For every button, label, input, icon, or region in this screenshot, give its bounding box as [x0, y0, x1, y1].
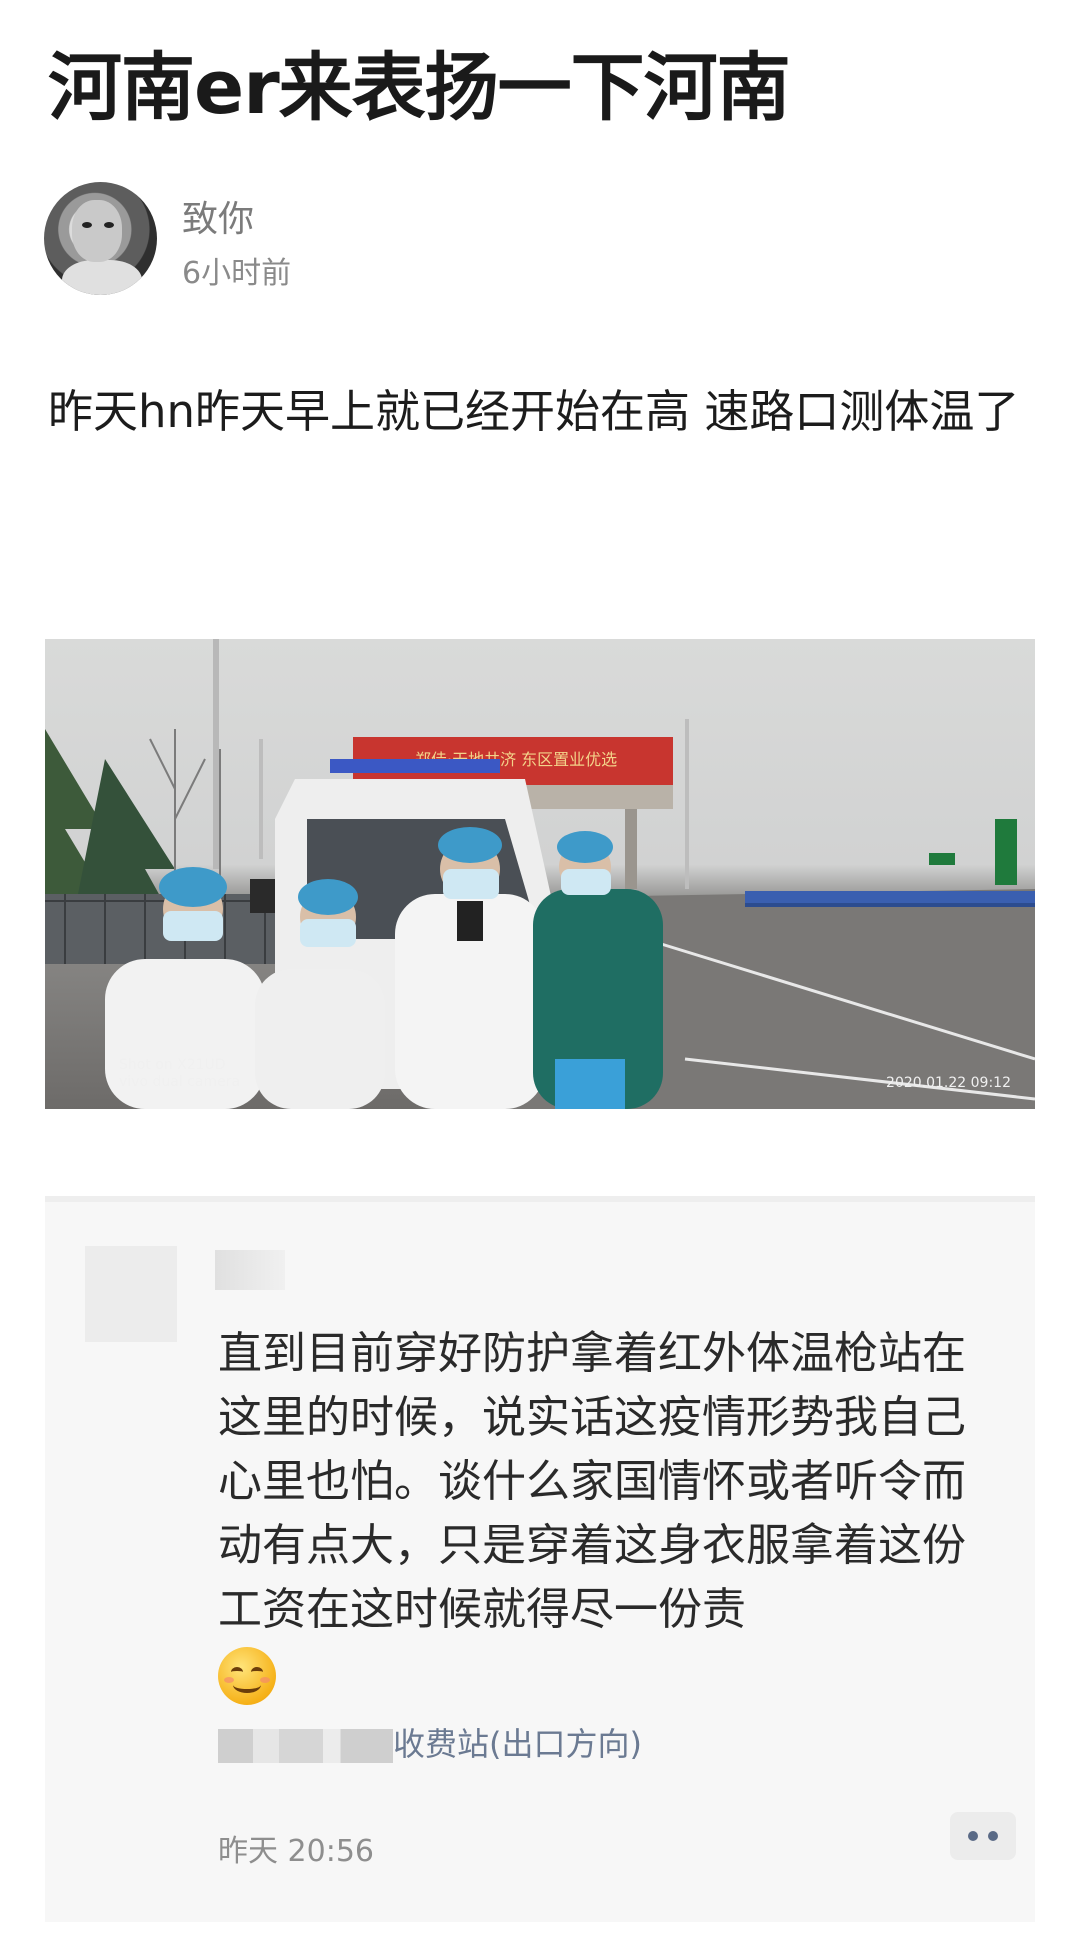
post-title: 河南er来表扬一下河南: [48, 45, 791, 131]
photo-timestamp: 2020.01.22 09:12: [886, 1075, 1011, 1091]
comment-text: 直到目前穿好防护拿着红外体温枪站在这里的时候，说实话这疫情形势我自己心里也怕。谈…: [218, 1322, 1008, 1706]
author-name[interactable]: 致你: [182, 190, 254, 242]
smile-emoji-icon: [218, 1647, 276, 1705]
post-time: 6小时前: [182, 256, 292, 291]
post-photo[interactable]: 郑佳·天地共济 东区置业优选 Shot on X21UD vivo dual c…: [45, 639, 1035, 1109]
location-blurred-prefix: [218, 1729, 393, 1763]
commenter-avatar[interactable]: [85, 1246, 177, 1342]
photo-camera-caption: Shot on X21UD vivo dual camera: [119, 1057, 241, 1090]
person-4: [533, 831, 663, 1109]
comment-time: 昨天 20:56: [218, 1834, 374, 1869]
more-options-button[interactable]: [950, 1812, 1016, 1860]
comment-location[interactable]: 收费站(出口方向): [218, 1722, 642, 1766]
quoted-comment-card[interactable]: 直到目前穿好防护拿着红外体温枪站在这里的时候，说实话这疫情形势我自己心里也怕。谈…: [45, 1196, 1035, 1922]
commenter-name-blurred: [215, 1250, 285, 1290]
dot-icon: [968, 1831, 978, 1841]
author-block[interactable]: 致你 6小时前: [44, 182, 644, 297]
dot-icon: [988, 1831, 998, 1841]
photo-scene: 郑佳·天地共济 东区置业优选: [45, 639, 1035, 1109]
author-avatar[interactable]: [44, 182, 157, 295]
comment-body: 直到目前穿好防护拿着红外体温枪站在这里的时候，说实话这疫情形势我自己心里也怕。谈…: [218, 1328, 966, 1635]
location-label[interactable]: 收费站(出口方向): [393, 1725, 642, 1763]
post-content: 昨天hn昨天早上就已经开始在高 速路口测体温了: [48, 385, 1020, 438]
